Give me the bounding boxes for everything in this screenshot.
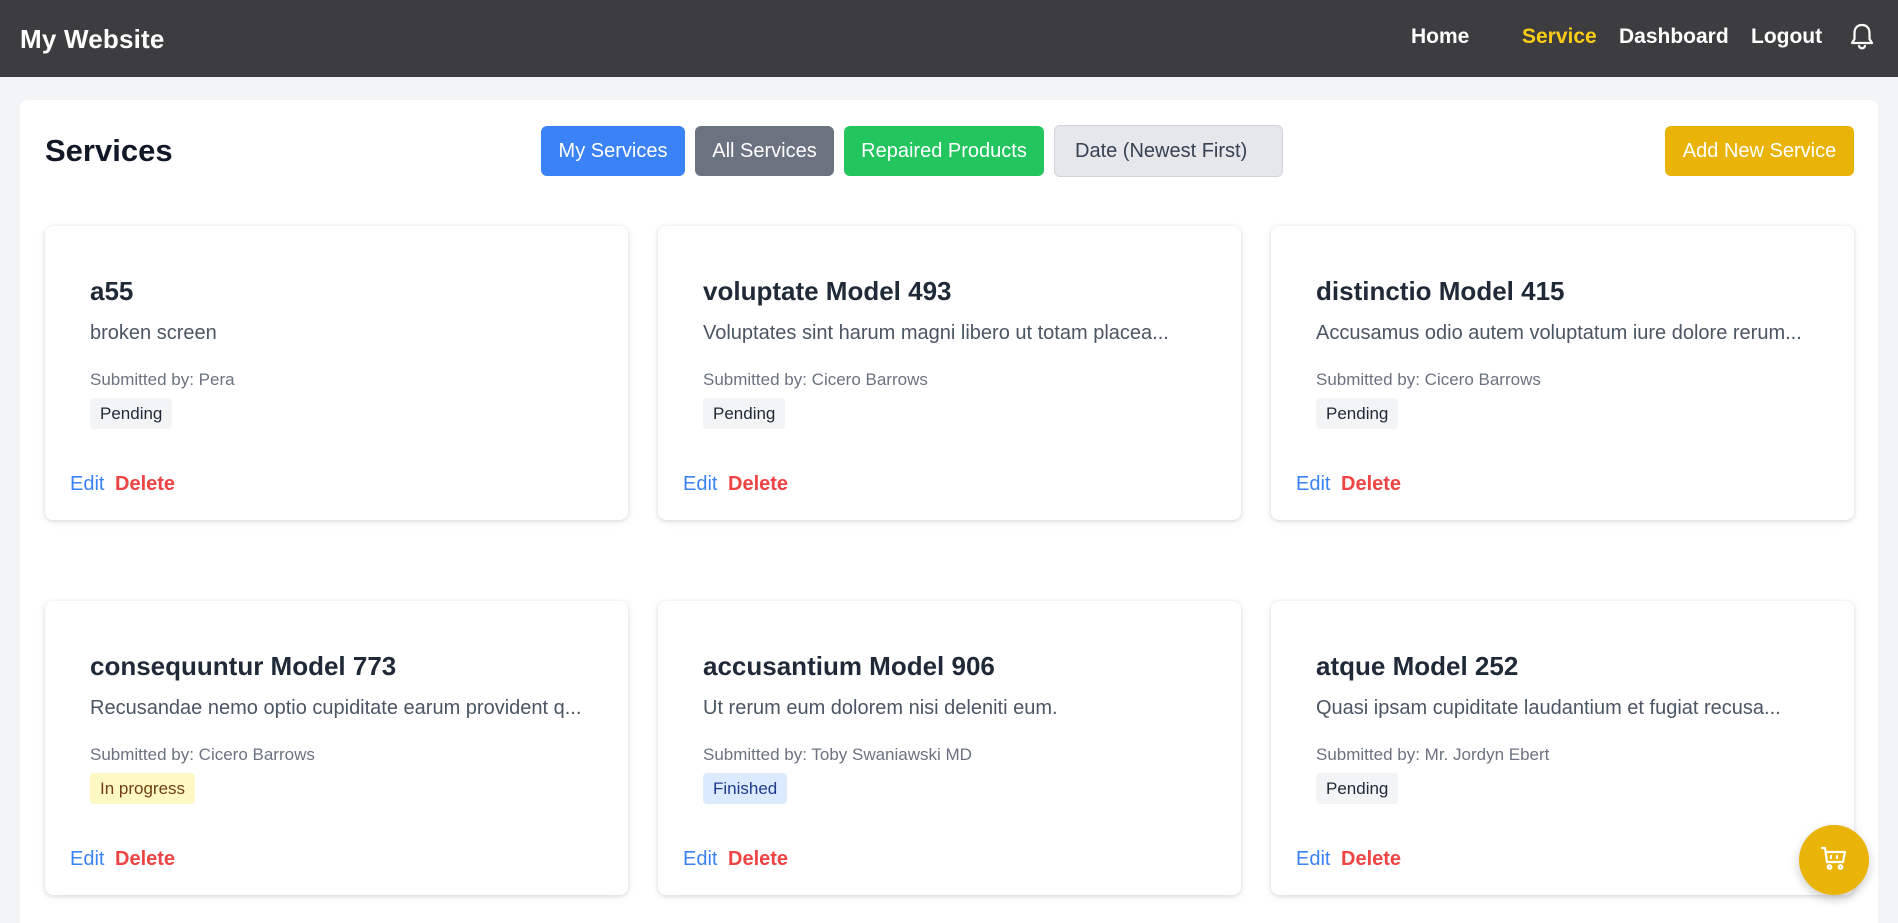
nav-link-logout[interactable]: Logout (1751, 25, 1822, 49)
cart-icon (1819, 843, 1849, 878)
card-submitted-by: Submitted by: Toby Swaniawski MD (703, 745, 972, 764)
services-panel: Services My Services All Services Repair… (20, 100, 1878, 923)
edit-link[interactable]: Edit (70, 848, 104, 871)
nav-link-dashboard[interactable]: Dashboard (1619, 25, 1729, 49)
bell-icon[interactable] (1849, 22, 1875, 50)
service-card: voluptate Model 493 Voluptates sint haru… (658, 226, 1241, 520)
status-badge: Finished (703, 773, 788, 804)
service-card: a55 broken screen Submitted by: Pera Pen… (45, 226, 628, 520)
delete-link[interactable]: Delete (1341, 473, 1401, 496)
card-title: consequuntur Model 773 (90, 651, 397, 681)
card-description: Quasi ipsam cupiditate laudantium et fug… (1316, 697, 1781, 719)
card-title: atque Model 252 (1316, 651, 1519, 681)
card-submitted-by: Submitted by: Pera (90, 370, 235, 389)
edit-link[interactable]: Edit (70, 473, 104, 496)
card-description: broken screen (90, 322, 217, 344)
card-title: a55 (90, 276, 134, 306)
delete-link[interactable]: Delete (1341, 848, 1401, 871)
card-description: Voluptates sint harum magni libero ut to… (703, 322, 1169, 344)
top-navbar: My Website Home Service Dashboard Logout (0, 0, 1898, 77)
card-submitted-by: Submitted by: Cicero Barrows (703, 370, 928, 389)
delete-link[interactable]: Delete (115, 473, 175, 496)
edit-link[interactable]: Edit (683, 848, 717, 871)
edit-link[interactable]: Edit (683, 473, 717, 496)
repaired-products-button[interactable]: Repaired Products (844, 126, 1044, 176)
nav-link-home[interactable]: Home (1411, 25, 1469, 49)
status-badge: Pending (703, 398, 786, 429)
service-card: accusantium Model 906 Ut rerum eum dolor… (658, 601, 1241, 895)
card-title: accusantium Model 906 (703, 651, 995, 681)
brand-logo-text[interactable]: My Website (20, 24, 165, 55)
card-description: Accusamus odio autem voluptatum iure dol… (1316, 322, 1802, 344)
cart-floating-button[interactable] (1799, 825, 1869, 895)
delete-link[interactable]: Delete (728, 848, 788, 871)
sort-select[interactable]: Date (Newest First) (1054, 125, 1283, 177)
my-services-button[interactable]: My Services (541, 126, 685, 176)
edit-link[interactable]: Edit (1296, 848, 1330, 871)
page-title: Services (45, 133, 173, 168)
service-card: consequuntur Model 773 Recusandae nemo o… (45, 601, 628, 895)
card-submitted-by: Submitted by: Cicero Barrows (90, 745, 315, 764)
delete-link[interactable]: Delete (728, 473, 788, 496)
service-card: atque Model 252 Quasi ipsam cupiditate l… (1271, 601, 1854, 895)
card-description: Recusandae nemo optio cupiditate earum p… (90, 697, 582, 719)
status-badge: In progress (90, 773, 196, 804)
edit-link[interactable]: Edit (1296, 473, 1330, 496)
service-card: distinctio Model 415 Accusamus odio aute… (1271, 226, 1854, 520)
status-badge: Pending (1316, 773, 1399, 804)
card-description: Ut rerum eum dolorem nisi deleniti eum. (703, 697, 1058, 719)
card-submitted-by: Submitted by: Mr. Jordyn Ebert (1316, 745, 1550, 764)
card-submitted-by: Submitted by: Cicero Barrows (1316, 370, 1541, 389)
add-new-service-button[interactable]: Add New Service (1665, 126, 1854, 176)
status-badge: Pending (1316, 398, 1399, 429)
nav-link-service[interactable]: Service (1522, 25, 1597, 49)
delete-link[interactable]: Delete (115, 848, 175, 871)
card-title: voluptate Model 493 (703, 276, 952, 306)
status-badge: Pending (90, 398, 173, 429)
all-services-button[interactable]: All Services (695, 126, 834, 176)
card-title: distinctio Model 415 (1316, 276, 1565, 306)
